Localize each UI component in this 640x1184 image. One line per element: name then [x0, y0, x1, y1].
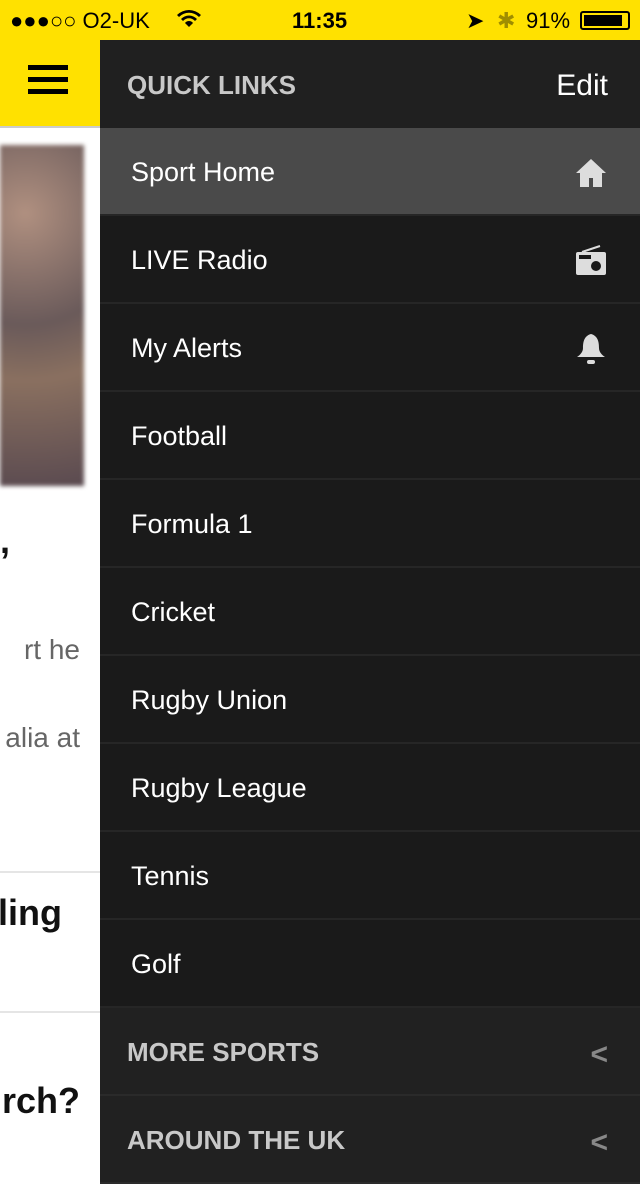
quick-links-title: QUICK LINKS [127, 70, 296, 100]
chevron-left-icon: < [590, 1038, 608, 1071]
article-image [0, 145, 84, 486]
bluetooth-icon: ✱ [497, 8, 516, 33]
section-more-sports[interactable]: MORE SPORTS < [100, 1008, 640, 1096]
chevron-left-icon: < [590, 1126, 608, 1159]
battery-percent: 91% [526, 8, 571, 33]
article-text-fragment: alia at [5, 722, 80, 753]
status-bar: ●●●○○ O2-UK 11:35 ➤ ✱ 91% [0, 0, 640, 40]
home-icon [576, 159, 606, 187]
section-around-the-uk[interactable]: AROUND THE UK < [100, 1096, 640, 1184]
menu-item-rugby-league[interactable]: Rugby League [100, 744, 640, 832]
background-page: , rt he alia at ling rch? [0, 40, 100, 1136]
bell-icon [577, 334, 605, 364]
menu-item-live-radio[interactable]: LIVE Radio [100, 216, 640, 304]
menu-item-rugby-union[interactable]: Rugby Union [100, 656, 640, 744]
radio-icon [576, 245, 606, 275]
menu-item-cricket[interactable]: Cricket [100, 568, 640, 656]
article-text-fragment: rt he [23, 634, 80, 665]
article-headline-fragment[interactable]: rch? [2, 1080, 80, 1122]
edit-button[interactable]: Edit [556, 69, 608, 103]
location-icon: ➤ [466, 8, 485, 33]
quick-links-drawer: QUICK LINKS Edit Sport Home LIVE Radio M… [100, 40, 640, 1184]
battery-icon [580, 11, 630, 30]
menu-item-football[interactable]: Football [100, 392, 640, 480]
wifi-icon [176, 8, 202, 34]
article-headline-fragment[interactable]: ling [0, 892, 62, 934]
menu-item-sport-home[interactable]: Sport Home [100, 128, 640, 216]
clock: 11:35 [292, 8, 348, 33]
menu-item-my-alerts[interactable]: My Alerts [100, 304, 640, 392]
article-headline-fragment[interactable]: , [0, 520, 10, 562]
hamburger-menu-icon[interactable] [28, 65, 68, 101]
menu-item-golf[interactable]: Golf [100, 920, 640, 1008]
menu-item-tennis[interactable]: Tennis [100, 832, 640, 920]
carrier: ●●●○○ O2-UK [10, 8, 150, 33]
menu-item-formula-1[interactable]: Formula 1 [100, 480, 640, 568]
